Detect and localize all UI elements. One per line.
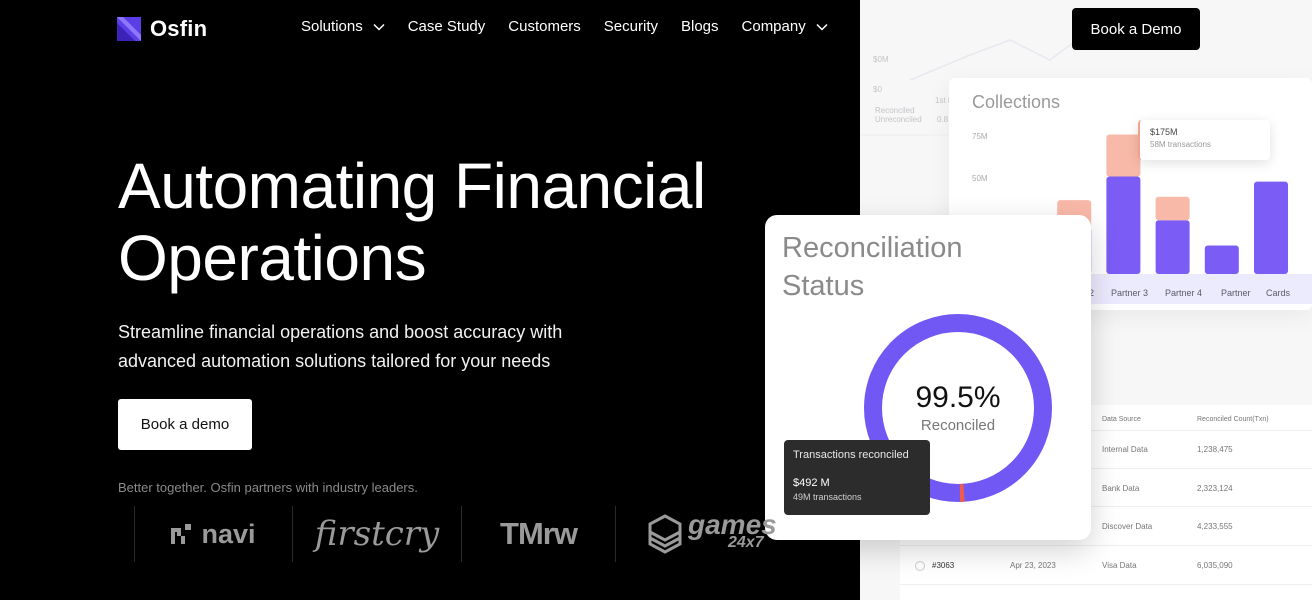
bg-y-label: $0 [873,85,882,94]
reconciled-percent: 99.5% [915,381,1001,414]
tooltip-title: Transactions reconciled [793,449,909,461]
tooltip-amount: $492 M [793,477,830,489]
hero-subtitle-line: advanced automation solutions tailored f… [118,351,551,371]
nav-security[interactable]: Security [604,18,658,35]
partner-wordmark: games 24x7 [688,509,777,552]
osfin-logo[interactable]: Osfin [116,16,207,42]
nav-company[interactable]: Company [742,18,828,35]
partner-name: 24x7 [728,534,764,551]
partner-logo-games24x7: games 24x7 [615,506,785,562]
table-cell-source: Visa Data [1102,561,1137,570]
bg-legend-reconciled: Reconciled [875,106,915,115]
table-cell-date: Apr 23, 2023 [1010,561,1056,570]
hero-subtitle-line: Streamline financial operations and boos… [118,322,563,342]
bar-cards-series-0 [1254,181,1288,274]
bg-y-label: $0M [873,55,889,64]
nav-blogs[interactable]: Blogs [681,18,719,35]
partner-name: games [688,509,777,540]
osfin-logo-icon [117,17,141,41]
nav-solutions[interactable]: Solutions [301,18,385,35]
table-cell-id: #3063 [932,561,955,570]
reconciliation-title: Reconciliation Status [782,229,1042,305]
hero-subtitle: Streamline financial operations and boos… [118,318,638,376]
table-cell-count: 4,233,555 [1197,522,1233,531]
row-divider [900,584,1312,585]
bar-partner-3-series-0 [1106,176,1141,274]
hero-title: Automating Financial Operations [118,150,818,294]
bar-partner-4-series-0 [1155,220,1190,274]
tooltip-transactions: 58M transactions [1150,140,1211,149]
nav-label: Solutions [301,18,363,35]
tooltip-transactions: 49M transactions [793,492,862,502]
tooltip-amount: $175M [1150,127,1178,137]
nav-label: Security [603,18,658,35]
table-cell-source: Discover Data [1102,522,1153,531]
x-tick-label: Partner 3 [1111,288,1149,298]
partner-name: TMrw [500,516,578,551]
reconciliation-title-line: Reconciliation [782,232,963,264]
nav-case-study[interactable]: Case Study [408,18,486,35]
table-header: Reconciled Count(Txn) [1197,416,1269,423]
games-cube-icon [648,514,682,554]
partners-caption: Better together. Osfin partners with ind… [118,480,418,495]
x-tick-label: Partner [1221,288,1251,298]
bg-legend-unreconciled: Unreconciled [875,115,922,124]
x-tick-label: Cards [1266,288,1291,298]
table-cell-source: Bank Data [1102,484,1140,493]
partner-logos: navi firstcry TMrw games 24x7 [134,506,785,562]
book-demo-nav-button[interactable]: Book a Demo [1072,8,1200,50]
bg-unreconciled-value: 0.8 [937,115,949,124]
table-cell-count: 6,035,090 [1197,561,1233,570]
hero-title-line: Operations [118,222,427,294]
bar-partner-5-series-0 [1204,245,1239,274]
chevron-down-icon [373,23,385,31]
collections-tooltip: $175M 58M transactions [1138,120,1270,160]
bar-partner-3-series-1 [1106,134,1141,177]
main-nav: Solutions Case Study Customers Security … [301,18,828,35]
nav-label: Case Study [407,18,486,35]
table-cell-count: 1,238,475 [1197,445,1233,454]
x-tick-label: Partner 4 [1165,288,1203,298]
row-divider [900,545,1312,546]
reconciled-label: Reconciled [920,417,996,434]
nav-label: Blogs [680,18,719,35]
nav-label: Customers [508,18,581,35]
bar-partner-4-series-1 [1155,196,1190,221]
partner-name: navi [201,518,256,549]
row-checkbox[interactable] [915,561,925,571]
navi-mark-icon [171,524,192,544]
partner-logo-firstcry: firstcry [292,506,461,562]
chevron-down-icon [816,23,828,31]
transactions-tooltip: Transactions reconciled $492 M 49M trans… [784,440,930,515]
partner-name: firstcry [314,514,440,554]
reconciliation-title-line: Status [782,270,865,302]
book-demo-hero-button[interactable]: Book a demo [118,399,252,450]
table-header: Data Source [1102,416,1141,423]
brand-name: Osfin [150,16,208,41]
nav-customers[interactable]: Customers [508,18,581,35]
partner-logo-tmrw: TMrw [461,506,615,562]
table-cell-count: 2,323,124 [1197,484,1233,493]
hero-title-line: Automating Financial [118,150,706,222]
table-cell-source: Internal Data [1102,445,1148,454]
nav-label: Company [741,18,806,35]
partner-logo-navi: navi [134,506,292,562]
